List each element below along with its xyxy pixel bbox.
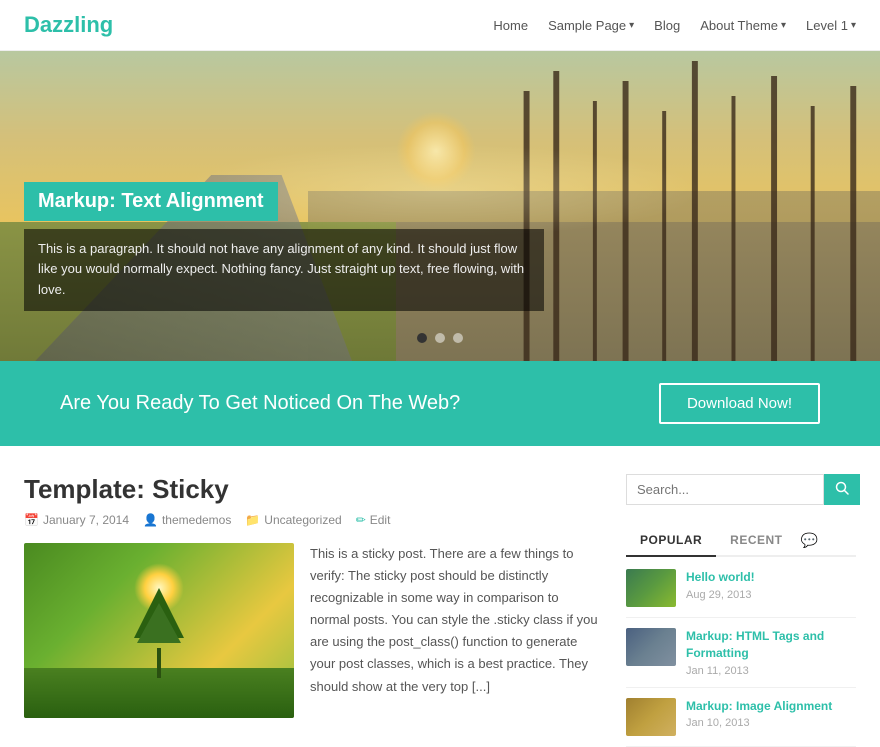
- user-icon: 👤: [143, 513, 158, 527]
- nav-item-blog[interactable]: Blog: [654, 18, 680, 33]
- nav-label-sample: Sample Page: [548, 18, 626, 33]
- sidebar-post-date-3: Jan 10, 2013: [686, 717, 856, 729]
- nav-label-blog: Blog: [654, 18, 680, 33]
- main-content: Template: Sticky 📅 January 7, 2014 👤 the…: [0, 446, 880, 747]
- sidebar-post-date-2: Jan 11, 2013: [686, 665, 856, 677]
- tab-popular[interactable]: POPULAR: [626, 525, 716, 557]
- sidebar-post-title-3[interactable]: Markup: Image Alignment: [686, 698, 856, 715]
- nav-item-about[interactable]: About Theme ▾: [700, 18, 786, 33]
- site-logo[interactable]: Dazzling: [24, 12, 113, 38]
- nav-item-level1[interactable]: Level 1 ▾: [806, 18, 856, 33]
- search-input[interactable]: [626, 474, 824, 505]
- search-button[interactable]: [824, 474, 860, 505]
- sidebar-post-date-1: Aug 29, 2013: [686, 589, 856, 601]
- list-item: Markup: Image Alignment Jan 10, 2013: [626, 688, 856, 747]
- sidebar-post-thumbnail-3: [626, 698, 676, 736]
- search-icon: [835, 481, 849, 495]
- chevron-down-icon: ▾: [781, 20, 786, 31]
- download-now-button[interactable]: Download Now!: [659, 383, 820, 424]
- slider-dots: [417, 333, 463, 343]
- chevron-down-icon: ▾: [851, 20, 856, 31]
- sidebar-post-info-1: Hello world! Aug 29, 2013: [686, 569, 856, 601]
- sidebar: POPULAR RECENT 💬 Hello world! Aug 29, 20…: [626, 474, 856, 747]
- site-header: Dazzling Home Sample Page ▾ Blog About T…: [0, 0, 880, 51]
- search-box: [626, 474, 856, 505]
- sidebar-post-info-2: Markup: HTML Tags and Formatting Jan 11,…: [686, 628, 856, 677]
- folder-icon: 📁: [245, 513, 260, 527]
- cta-band: Are You Ready To Get Noticed On The Web?…: [0, 361, 880, 446]
- slider-dot-2[interactable]: [435, 333, 445, 343]
- post-category: 📁 Uncategorized: [245, 513, 341, 527]
- chevron-down-icon: ▾: [629, 20, 634, 31]
- post-content: This is a sticky post. There are a few t…: [24, 543, 598, 718]
- comment-icon[interactable]: 💬: [801, 532, 818, 549]
- post-title: Template: Sticky: [24, 474, 598, 505]
- main-nav: Home Sample Page ▾ Blog About Theme ▾ Le…: [493, 18, 856, 33]
- post-meta: 📅 January 7, 2014 👤 themedemos 📁 Uncateg…: [24, 513, 598, 527]
- list-item: Markup: HTML Tags and Formatting Jan 11,…: [626, 618, 856, 688]
- post-edit-link[interactable]: ✏ Edit: [356, 513, 391, 527]
- nav-label-level1: Level 1: [806, 18, 848, 33]
- hero-description: This is a paragraph. It should not have …: [24, 229, 544, 311]
- edit-icon: ✏: [356, 513, 366, 527]
- hero-caption: Markup: Text Alignment This is a paragra…: [24, 182, 544, 311]
- sidebar-tabs: POPULAR RECENT 💬: [626, 525, 856, 557]
- sidebar-post-title-1[interactable]: Hello world!: [686, 569, 856, 586]
- tab-recent[interactable]: RECENT: [716, 525, 796, 555]
- slider-dot-3[interactable]: [453, 333, 463, 343]
- nav-item-home[interactable]: Home: [493, 18, 528, 33]
- nav-label-home: Home: [493, 18, 528, 33]
- post-excerpt: This is a sticky post. There are a few t…: [310, 543, 598, 718]
- sidebar-posts: Hello world! Aug 29, 2013 Markup: HTML T…: [626, 559, 856, 747]
- post-date: 📅 January 7, 2014: [24, 513, 129, 527]
- sidebar-post-info-3: Markup: Image Alignment Jan 10, 2013: [686, 698, 856, 730]
- nav-item-sample[interactable]: Sample Page ▾: [548, 18, 634, 33]
- hero-slider: Markup: Text Alignment This is a paragra…: [0, 51, 880, 361]
- hero-title: Markup: Text Alignment: [24, 182, 278, 221]
- thumb-tree-icon: [129, 588, 189, 678]
- posts-area: Template: Sticky 📅 January 7, 2014 👤 the…: [24, 474, 598, 747]
- sidebar-post-thumbnail-2: [626, 628, 676, 666]
- post-thumbnail: [24, 543, 294, 718]
- cta-text: Are You Ready To Get Noticed On The Web?: [60, 392, 460, 415]
- nav-label-about: About Theme: [700, 18, 778, 33]
- sidebar-post-thumbnail-1: [626, 569, 676, 607]
- slider-dot-1[interactable]: [417, 333, 427, 343]
- list-item: Hello world! Aug 29, 2013: [626, 559, 856, 618]
- post-author: 👤 themedemos: [143, 513, 231, 527]
- sidebar-post-title-2[interactable]: Markup: HTML Tags and Formatting: [686, 628, 856, 662]
- calendar-icon: 📅: [24, 513, 39, 527]
